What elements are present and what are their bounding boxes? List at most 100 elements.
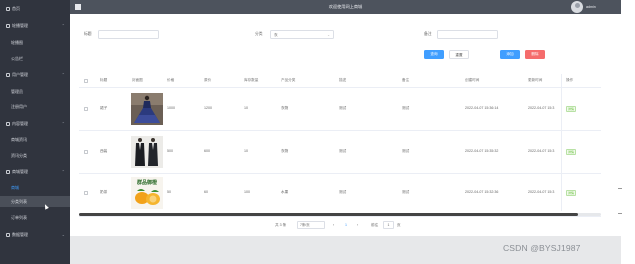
row-remark: 测试 <box>402 149 410 153</box>
row-category: 水果 <box>281 190 289 194</box>
suit-image <box>131 136 163 168</box>
sidebar-item-label: 注册用户 <box>11 104 27 109</box>
table-row[interactable]: 西装 500 600 10 衣物 测试 测试 2022-04-07 15:35:… <box>79 131 601 174</box>
table-row[interactable]: 裙子 1000 1200 10 衣物 测试 测试 2022-04-07 15:3… <box>79 88 601 131</box>
header-category: 产品分类 <box>281 78 296 82</box>
row-remark: 测试 <box>402 106 410 110</box>
edge-marker <box>618 213 622 214</box>
product-table: 标题 封面图 价格 原价 库存数量 产品分类 描述 备注 创建时间 更新时间 操… <box>79 74 601 217</box>
chevron-up-icon: ⌃ <box>61 169 65 174</box>
header-stock: 库存数量 <box>244 78 259 82</box>
goto-label: 前往 <box>371 223 379 227</box>
sidebar-item-link[interactable]: 公告栏 <box>0 53 70 64</box>
row-price: 50 <box>167 190 171 194</box>
row-stock: 10 <box>244 149 248 153</box>
goto-page-input[interactable]: 1 <box>383 221 394 229</box>
category-select[interactable]: 衣 ⌄ <box>270 30 334 39</box>
page-title: 欢迎使用网上商城 <box>328 4 363 9</box>
right-gutter <box>621 0 635 264</box>
sidebar-item-group[interactable]: 首页 <box>0 3 70 14</box>
product-thumbnail-orange[interactable]: 群品御橙 <box>131 177 163 209</box>
orange-image: 群品御橙 <box>131 177 163 209</box>
table-row[interactable]: 奶茶 群品御橙 50 60 100 水果 测试 测试 2022-04-07 15… <box>79 174 601 217</box>
header-created: 创建时间 <box>465 78 480 82</box>
page-number-current[interactable]: 1 <box>345 222 347 229</box>
row-description: 测试 <box>339 106 347 110</box>
sidebar-item-label: 商城管理 <box>12 169 28 174</box>
sidebar-item-group[interactable]: 用户管理 ⌃ <box>0 69 70 80</box>
category-select-value: 衣 <box>274 33 278 37</box>
row-updated: 2022-04-07 15:3 <box>528 149 555 153</box>
search-button[interactable]: 查询 <box>424 50 444 59</box>
header-description: 描述 <box>339 78 347 82</box>
remark-label: 备注 <box>424 32 432 36</box>
sidebar-item-group[interactable]: 轮播管理 ⌃ <box>0 20 70 31</box>
row-title: 裙子 <box>100 106 108 110</box>
sidebar-item-link[interactable]: 订单列表 <box>0 212 70 223</box>
select-all-checkbox[interactable] <box>84 79 88 83</box>
reset-button[interactable]: 重置 <box>449 50 469 59</box>
sidebar-item-link[interactable]: 商城资讯 <box>0 134 70 145</box>
row-original-price: 1200 <box>204 106 212 110</box>
sidebar-item-link[interactable]: 分类列表 <box>0 196 70 207</box>
chevron-up-icon: ⌃ <box>61 23 65 28</box>
row-title: 西装 <box>100 149 108 153</box>
product-thumbnail-dress[interactable] <box>131 93 163 125</box>
header-title: 标题 <box>100 78 108 82</box>
sidebar-item-group[interactable]: 内容管理 ⌃ <box>0 118 70 129</box>
detail-button[interactable]: 详情 <box>566 149 576 155</box>
detail-button[interactable]: 详情 <box>566 106 576 112</box>
sidebar-item-group[interactable]: 商城管理 ⌃ <box>0 166 70 177</box>
row-title: 奶茶 <box>100 190 108 194</box>
header-cover: 封面图 <box>132 78 143 82</box>
sidebar-item-label: 分类列表 <box>11 199 27 204</box>
row-created: 2022-04-07 15:36:14 <box>465 106 499 110</box>
header-updated: 更新时间 <box>528 78 543 82</box>
horizontal-scrollbar-thumb[interactable] <box>79 213 578 216</box>
avatar[interactable] <box>571 1 583 13</box>
sidebar-item-link[interactable]: 注册用户 <box>0 101 70 112</box>
prev-page-button[interactable]: ‹ <box>333 222 334 229</box>
sidebar-item-label: 管理员 <box>11 89 23 94</box>
sidebar-item-label: 数据管理 <box>12 232 28 237</box>
chevron-down-icon: ⌄ <box>327 33 330 37</box>
page-size-select[interactable]: 7条/页 <box>297 221 325 229</box>
sidebar-item-link[interactable]: 资讯分类 <box>0 150 70 161</box>
sidebar-item-label: 订单列表 <box>11 215 27 220</box>
sidebar-item-link[interactable]: 轮播图 <box>0 37 70 48</box>
row-updated: 2022-04-07 15:3 <box>528 106 555 110</box>
detail-button[interactable]: 详情 <box>566 190 576 196</box>
chevron-up-icon: ⌃ <box>61 72 65 77</box>
add-button[interactable]: 添加 <box>500 50 520 59</box>
header-remark: 备注 <box>402 78 410 82</box>
title-input[interactable] <box>98 30 159 39</box>
product-thumbnail-suit[interactable] <box>131 136 163 168</box>
next-page-button[interactable]: › <box>357 222 358 229</box>
pagination-total: 共 3 条 <box>275 223 287 227</box>
row-stock: 100 <box>244 190 250 194</box>
delete-button[interactable]: 删除 <box>525 50 545 59</box>
menu-group-icon <box>6 23 10 28</box>
thumb-banner-text: 群品御橙 <box>136 179 158 186</box>
row-checkbox[interactable] <box>84 191 88 195</box>
row-original-price: 600 <box>204 149 210 153</box>
sidebar-item-link[interactable]: 管理员 <box>0 86 70 97</box>
menu-group-icon <box>6 169 10 174</box>
sidebar-item-link[interactable]: 商城 <box>0 182 70 193</box>
row-checkbox[interactable] <box>84 107 88 111</box>
row-created: 2022-04-07 15:35:32 <box>465 149 499 153</box>
row-category: 衣物 <box>281 106 289 110</box>
row-price: 500 <box>167 149 173 153</box>
sidebar-item-group[interactable]: 数据管理 ⌄ <box>0 229 70 240</box>
user-name[interactable]: admin <box>586 0 596 14</box>
page-unit-label: 页 <box>397 223 401 227</box>
menu-group-icon <box>6 72 10 77</box>
remark-input[interactable] <box>437 30 498 39</box>
sidebar-item-label: 商城 <box>11 185 19 190</box>
row-checkbox[interactable] <box>84 150 88 154</box>
dress-image <box>131 93 163 125</box>
sidebar-item-label: 轮播管理 <box>12 23 28 28</box>
row-stock: 10 <box>244 106 248 110</box>
sidebar-item-label: 资讯分类 <box>11 153 27 158</box>
row-created: 2022-04-07 15:32:36 <box>465 190 499 194</box>
